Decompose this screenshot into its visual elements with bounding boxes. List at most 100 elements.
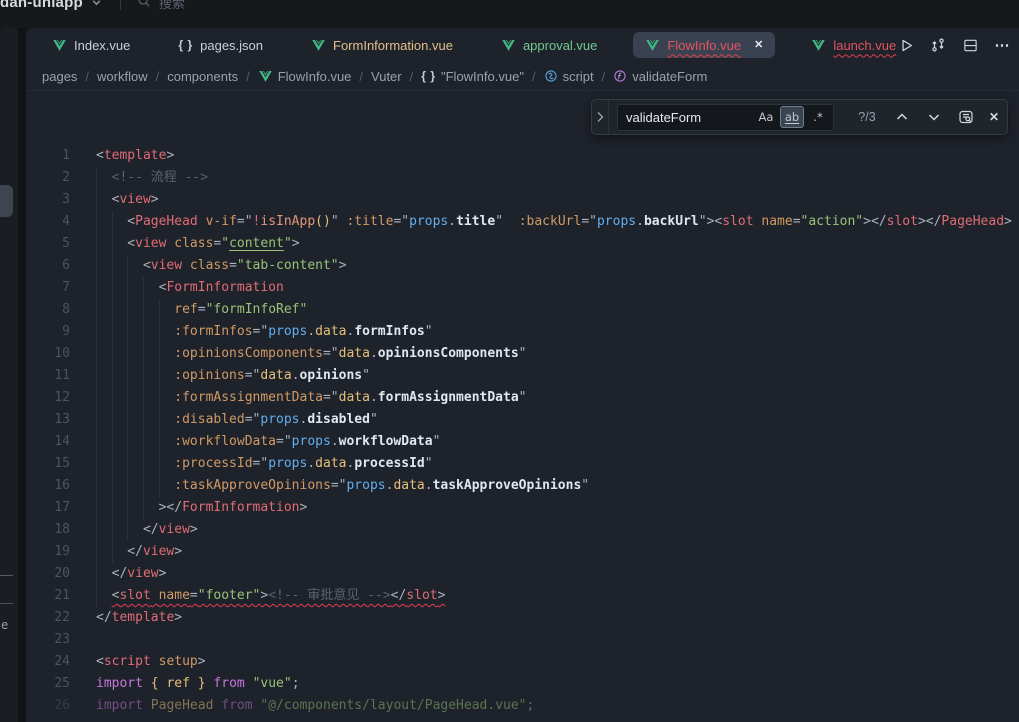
tab-bar: Index.vue { } pages.json FormInformation.vu…: [26, 28, 1019, 62]
breadcrumb-label: pages: [42, 69, 77, 84]
tab-flowinfo-vue[interactable]: FlowInfo.vue✕: [633, 32, 775, 58]
indent-guide: [127, 497, 128, 519]
line-content: ></FormInformation>: [96, 497, 307, 519]
line-content: <FormInformation: [96, 277, 284, 299]
indent-guide: [112, 365, 113, 387]
sync-icon[interactable]: [929, 36, 947, 54]
indent-guide: [96, 563, 97, 585]
indent-guide: [127, 299, 128, 321]
run-icon[interactable]: [897, 36, 915, 54]
code-line: 20</view>: [26, 563, 1019, 585]
line-number: 17: [26, 497, 74, 519]
find-expand-icon[interactable]: [592, 100, 609, 134]
close-icon[interactable]: ✕: [984, 107, 1004, 127]
breadcrumb-item-components[interactable]: components: [167, 69, 238, 84]
breadcrumb-item--flowinfo-vue-[interactable]: { } "FlowInfo.vue": [421, 69, 524, 84]
line-number: 7: [26, 277, 74, 299]
indent-guide: [112, 541, 113, 563]
tab-launch-vue[interactable]: launch.vue: [799, 32, 908, 58]
match-case-icon[interactable]: Aa: [754, 106, 778, 128]
close-icon[interactable]: ✕: [754, 40, 763, 51]
tab-forminformation-vue[interactable]: FormInformation.vue: [299, 32, 465, 58]
indent-guide: [127, 343, 128, 365]
line-content: :formAssignmentData="data.formAssignment…: [96, 387, 527, 409]
code-line: 19</view>: [26, 541, 1019, 563]
indent-guide: [112, 387, 113, 409]
indent-guide: [96, 321, 97, 343]
indent-guide: [112, 299, 113, 321]
line-number: 14: [26, 431, 74, 453]
error-underline: <slot name="footer"><!-- 审批意见 --></slot>: [112, 588, 446, 603]
line-content: <view class="content">: [96, 233, 300, 255]
code-line: 6<view class="tab-content">: [26, 255, 1019, 277]
breadcrumb-item-vuter[interactable]: Vuter: [371, 69, 402, 84]
breadcrumb-separator: /: [410, 69, 414, 84]
code-line: 26import PageHead from "@/components/lay…: [26, 695, 1019, 717]
find-options: Aaab.*: [752, 106, 830, 128]
next-match-icon[interactable]: [924, 107, 944, 127]
whole-word-icon[interactable]: ab: [780, 106, 804, 128]
rail-separator: [18, 28, 26, 722]
indent-guide: [127, 321, 128, 343]
vue-icon: [52, 38, 67, 53]
clipped-panel-text: e: [1, 618, 8, 632]
breadcrumb-label: script: [563, 69, 594, 84]
indent-guide: [127, 365, 128, 387]
editor-actions: ⋯: [897, 28, 1013, 62]
breadcrumb-item-flowinfo-vue[interactable]: FlowInfo.vue: [258, 69, 352, 84]
tab-pages-json[interactable]: { } pages.json: [166, 32, 275, 58]
json-braces-icon: { }: [421, 69, 436, 83]
indent-guide: [143, 453, 144, 475]
indent-guide: [96, 343, 97, 365]
chevron-down-icon[interactable]: [91, 0, 102, 8]
breadcrumb-item-pages[interactable]: pages: [42, 69, 77, 84]
line-content: :opinions="data.opinions": [96, 365, 370, 387]
find-input[interactable]: [618, 110, 752, 125]
line-content: :formInfos="props.data.formInfos": [96, 321, 433, 343]
breadcrumb-separator: /: [246, 69, 250, 84]
indent-guide: [96, 453, 97, 475]
indent-guide: [112, 343, 113, 365]
breadcrumb-label: components: [167, 69, 238, 84]
indent-guide: [112, 475, 113, 497]
tab-approval-vue[interactable]: approval.vue: [489, 32, 609, 58]
vue-icon: [258, 69, 273, 84]
line-number: 4: [26, 211, 74, 233]
module-icon: [544, 69, 558, 83]
indent-guide: [96, 365, 97, 387]
line-content: </template>: [96, 607, 182, 629]
breadcrumb-separator: /: [602, 69, 606, 84]
indent-guide: [159, 409, 160, 431]
breadcrumb-item-workflow[interactable]: workflow: [97, 69, 148, 84]
indent-guide: [127, 255, 128, 277]
split-editor-icon[interactable]: [961, 36, 979, 54]
line-number: 26: [26, 695, 74, 717]
breadcrumb-label: "FlowInfo.vue": [441, 69, 524, 84]
indent-guide: [143, 475, 144, 497]
code-line: 2<!-- 流程 -->: [26, 167, 1019, 189]
breadcrumb-item-script[interactable]: script: [544, 69, 594, 84]
tab-label: FormInformation.vue: [333, 38, 453, 53]
indent-guide: [143, 497, 144, 519]
global-search[interactable]: 搜索: [137, 0, 185, 12]
prev-match-icon[interactable]: [892, 107, 912, 127]
breadcrumb-item-validateform[interactable]: validateForm: [613, 69, 707, 84]
indent-guide: [112, 431, 113, 453]
breadcrumb-label: Vuter: [371, 69, 402, 84]
json-braces-icon: { }: [178, 38, 193, 52]
line-content: :taskApproveOpinions="props.data.taskApp…: [96, 475, 589, 497]
more-icon[interactable]: ⋯: [993, 36, 1011, 54]
rail-handle[interactable]: [0, 185, 13, 217]
find-widget: Aaab.* ?/3 ✕: [591, 99, 1008, 135]
project-name[interactable]: dan-uniapp: [0, 0, 83, 11]
breadcrumb-separator: /: [85, 69, 89, 84]
regex-icon[interactable]: .*: [806, 106, 830, 128]
line-number: 1: [26, 145, 74, 167]
indent-guide: [96, 277, 97, 299]
find-in-selection-icon[interactable]: [956, 107, 976, 127]
indent-guide: [127, 475, 128, 497]
editor-surface: Index.vue { } pages.json FormInformation.vu…: [26, 28, 1019, 722]
line-content: :opinionsComponents="data.opinionsCompon…: [96, 343, 527, 365]
tab-label: pages.json: [200, 38, 263, 53]
tab-index-vue[interactable]: Index.vue: [40, 32, 142, 58]
